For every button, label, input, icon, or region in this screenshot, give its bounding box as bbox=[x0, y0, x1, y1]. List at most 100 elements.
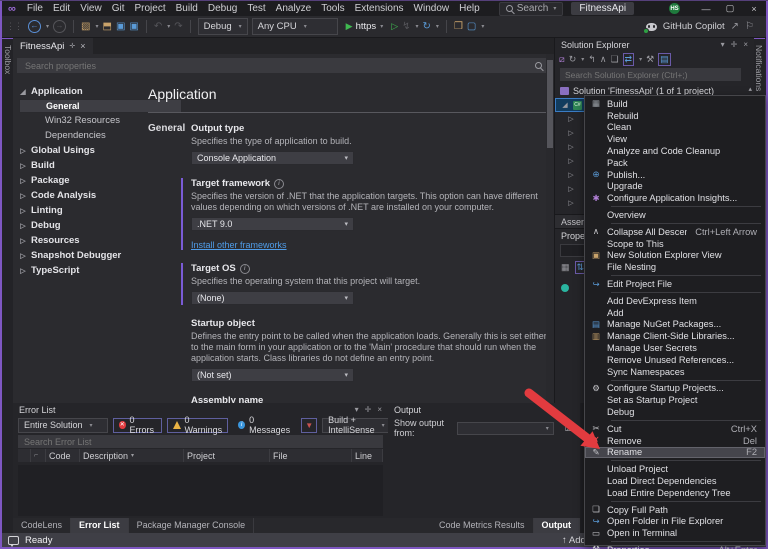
notifications-vertical-tab[interactable]: Notifications bbox=[753, 38, 765, 97]
properties-search-input[interactable] bbox=[17, 58, 547, 73]
target-framework-select[interactable]: .NET 9.0 ▾ bbox=[191, 217, 354, 231]
avatar[interactable]: HS bbox=[669, 3, 680, 14]
refresh-icon[interactable]: ↻ bbox=[569, 54, 577, 65]
context-menu-item-analyze-and-code-cleanup[interactable]: Analyze and Code Cleanup bbox=[585, 145, 765, 157]
bottom-tab-package-manager-console[interactable]: Package Manager Console bbox=[129, 518, 255, 533]
bottom-tab-codelens[interactable]: CodeLens bbox=[13, 518, 72, 533]
close-button[interactable]: × bbox=[742, 1, 766, 16]
save-icon[interactable]: ▣ bbox=[116, 21, 125, 32]
context-menu-item-load-direct-dependencies[interactable]: Load Direct Dependencies bbox=[585, 475, 765, 487]
copilot-label[interactable]: GitHub Copilot bbox=[663, 21, 725, 32]
nav-item-package[interactable]: ▷ Package bbox=[19, 173, 133, 188]
find-in-files-icon[interactable]: ❒ bbox=[454, 21, 463, 32]
context-menu-item-rename[interactable]: ✎ Rename F2 bbox=[585, 446, 765, 459]
context-menu-item-open-folder-in-file-explorer[interactable]: ↪ Open Folder in File Explorer bbox=[585, 516, 765, 528]
nav-item-win32-resources[interactable]: Win32 Resources bbox=[19, 113, 133, 128]
column-header-line[interactable]: Line bbox=[352, 449, 383, 462]
copy-icon[interactable]: ❏ bbox=[610, 54, 618, 65]
nav-item-typescript[interactable]: ▷ TypeScript bbox=[19, 263, 133, 278]
preview-window-icon[interactable]: ▢ bbox=[467, 21, 476, 32]
context-menu-item-upgrade[interactable]: Upgrade bbox=[585, 181, 765, 193]
context-menu-item-scope-to-this[interactable]: Scope to This bbox=[585, 238, 765, 250]
undo-icon[interactable]: ↶ bbox=[154, 21, 162, 32]
menu-file[interactable]: File bbox=[22, 3, 48, 14]
chevron-down-icon[interactable]: ▾ bbox=[721, 40, 725, 49]
github-copilot-icon[interactable] bbox=[642, 22, 657, 34]
collapse-icon[interactable]: ↰ bbox=[588, 54, 596, 65]
nav-item-global-usings[interactable]: ▷ Global Usings bbox=[19, 143, 133, 158]
context-menu-item-add[interactable]: Add bbox=[585, 307, 765, 319]
nav-item-linting[interactable]: ▷ Linting bbox=[19, 203, 133, 218]
toolbar-overflow-icon[interactable]: ▾ bbox=[481, 23, 484, 30]
context-menu-item-manage-nuget-packages[interactable]: ▤ Manage NuGet Packages... bbox=[585, 319, 765, 331]
menu-analyze[interactable]: Analyze bbox=[271, 3, 317, 14]
error-source-dropdown[interactable]: Build + IntelliSense ▾ bbox=[322, 415, 391, 435]
menu-help[interactable]: Help bbox=[454, 3, 485, 14]
context-menu-item-overview[interactable]: Overview bbox=[585, 209, 765, 221]
navigate-forward-icon[interactable]: → bbox=[53, 20, 67, 33]
context-menu-item-collapse-all-descendants[interactable]: ∧ Collapse All Descendants Ctrl+Left Arrow bbox=[585, 226, 765, 238]
solution-platforms-dropdown[interactable]: Any CPU ▾ bbox=[251, 18, 338, 35]
scroll-up-icon[interactable]: ▴ bbox=[748, 85, 752, 93]
start-without-debugging-icon[interactable]: ▷ bbox=[391, 21, 398, 32]
column-header-project[interactable]: Project bbox=[184, 449, 270, 462]
column-header-file[interactable]: File bbox=[270, 449, 352, 462]
open-folder-icon[interactable]: ⬒ bbox=[102, 21, 111, 32]
show-all-files-icon[interactable]: ▤ bbox=[658, 52, 671, 66]
context-menu-item-set-as-startup-project[interactable]: Set as Startup Project bbox=[585, 394, 765, 406]
save-all-icon[interactable]: ▣ bbox=[129, 21, 138, 32]
context-menu-item-properties[interactable]: ⚒Properties Alt+Enter bbox=[585, 544, 765, 549]
nav-item-code-analysis[interactable]: ▷ Code Analysis bbox=[19, 188, 133, 203]
menu-git[interactable]: Git bbox=[107, 3, 130, 14]
menu-build[interactable]: Build bbox=[171, 3, 203, 14]
context-menu-item-copy-full-path[interactable]: ❏ Copy Full Path bbox=[585, 504, 765, 516]
context-menu-item-unload-project[interactable]: Unload Project bbox=[585, 463, 765, 475]
pin-icon[interactable]: ✛ bbox=[731, 40, 738, 49]
hot-reload-icon[interactable]: ↯ bbox=[402, 21, 410, 32]
menu-tools[interactable]: Tools bbox=[316, 3, 349, 14]
start-debugging-button[interactable]: ▶ https ▾ bbox=[342, 21, 388, 32]
sync-with-active-document-icon[interactable]: ⇄ bbox=[622, 52, 635, 66]
bottom-tab-error-list[interactable]: Error List bbox=[71, 518, 129, 533]
context-menu-item-clean[interactable]: Clean bbox=[585, 122, 765, 134]
context-menu-item-sync-namespaces[interactable]: Sync Namespaces bbox=[585, 366, 765, 378]
minimize-button[interactable]: — bbox=[694, 1, 718, 16]
context-menu-item-new-solution-explorer-view[interactable]: ▣ New Solution Explorer View bbox=[585, 250, 765, 262]
solution-configurations-dropdown[interactable]: Debug ▾ bbox=[197, 18, 248, 35]
nav-item-build[interactable]: ▷ Build bbox=[19, 158, 133, 173]
bottom-tab-output[interactable]: Output bbox=[533, 518, 580, 533]
context-menu-item-view[interactable]: View bbox=[585, 133, 765, 145]
target-os-select[interactable]: (None) ▾ bbox=[191, 291, 354, 305]
menu-window[interactable]: Window bbox=[409, 3, 455, 14]
feedback-bubble-icon[interactable] bbox=[8, 535, 19, 547]
install-other-frameworks-link[interactable]: Install other frameworks bbox=[191, 240, 551, 250]
menu-project[interactable]: Project bbox=[129, 3, 170, 14]
context-menu-item-remove[interactable]: ✗ Remove Del bbox=[585, 435, 765, 447]
context-menu-item-manage-client-side-libraries[interactable]: ▥ Manage Client-Side Libraries... bbox=[585, 330, 765, 342]
nav-item-debug[interactable]: ▷ Debug bbox=[19, 218, 133, 233]
flag-column[interactable]: ⌐ bbox=[31, 449, 46, 462]
maximize-button[interactable]: ▢ bbox=[718, 1, 742, 16]
context-menu-item-open-in-terminal[interactable]: ▭ Open in Terminal bbox=[585, 527, 765, 539]
menu-view[interactable]: View bbox=[75, 3, 107, 14]
restart-icon[interactable]: ↻ bbox=[423, 21, 431, 32]
filter-button[interactable]: ▼ bbox=[301, 417, 318, 433]
solution-explorer-search-input[interactable] bbox=[560, 68, 741, 81]
share-icon[interactable]: ↗ bbox=[731, 21, 739, 32]
search-box[interactable]: Search ▾ bbox=[498, 1, 564, 16]
editor-scrollbar[interactable] bbox=[546, 54, 554, 403]
severity-column[interactable] bbox=[18, 449, 31, 462]
warnings-toggle[interactable]: 0 Warnings bbox=[166, 415, 229, 435]
context-menu-item-build[interactable]: ▦ Build bbox=[585, 98, 765, 110]
menu-test[interactable]: Test bbox=[242, 3, 270, 14]
nav-item-application[interactable]: ◢ Application bbox=[19, 84, 133, 99]
context-menu-item-publish[interactable]: ⊕ Publish... bbox=[585, 169, 765, 181]
close-icon[interactable]: × bbox=[743, 40, 748, 49]
column-header-code[interactable]: Code bbox=[46, 449, 80, 462]
context-menu-item-manage-user-secrets[interactable]: Manage User Secrets bbox=[585, 342, 765, 354]
menu-extensions[interactable]: Extensions bbox=[350, 3, 409, 14]
close-tab-icon[interactable]: × bbox=[80, 41, 85, 51]
categorized-icon[interactable]: ▦ bbox=[561, 262, 570, 273]
context-menu-item-cut[interactable]: ✂ Cut Ctrl+X bbox=[585, 423, 765, 435]
document-tab[interactable]: FitnessApi ✛ × bbox=[13, 38, 93, 54]
